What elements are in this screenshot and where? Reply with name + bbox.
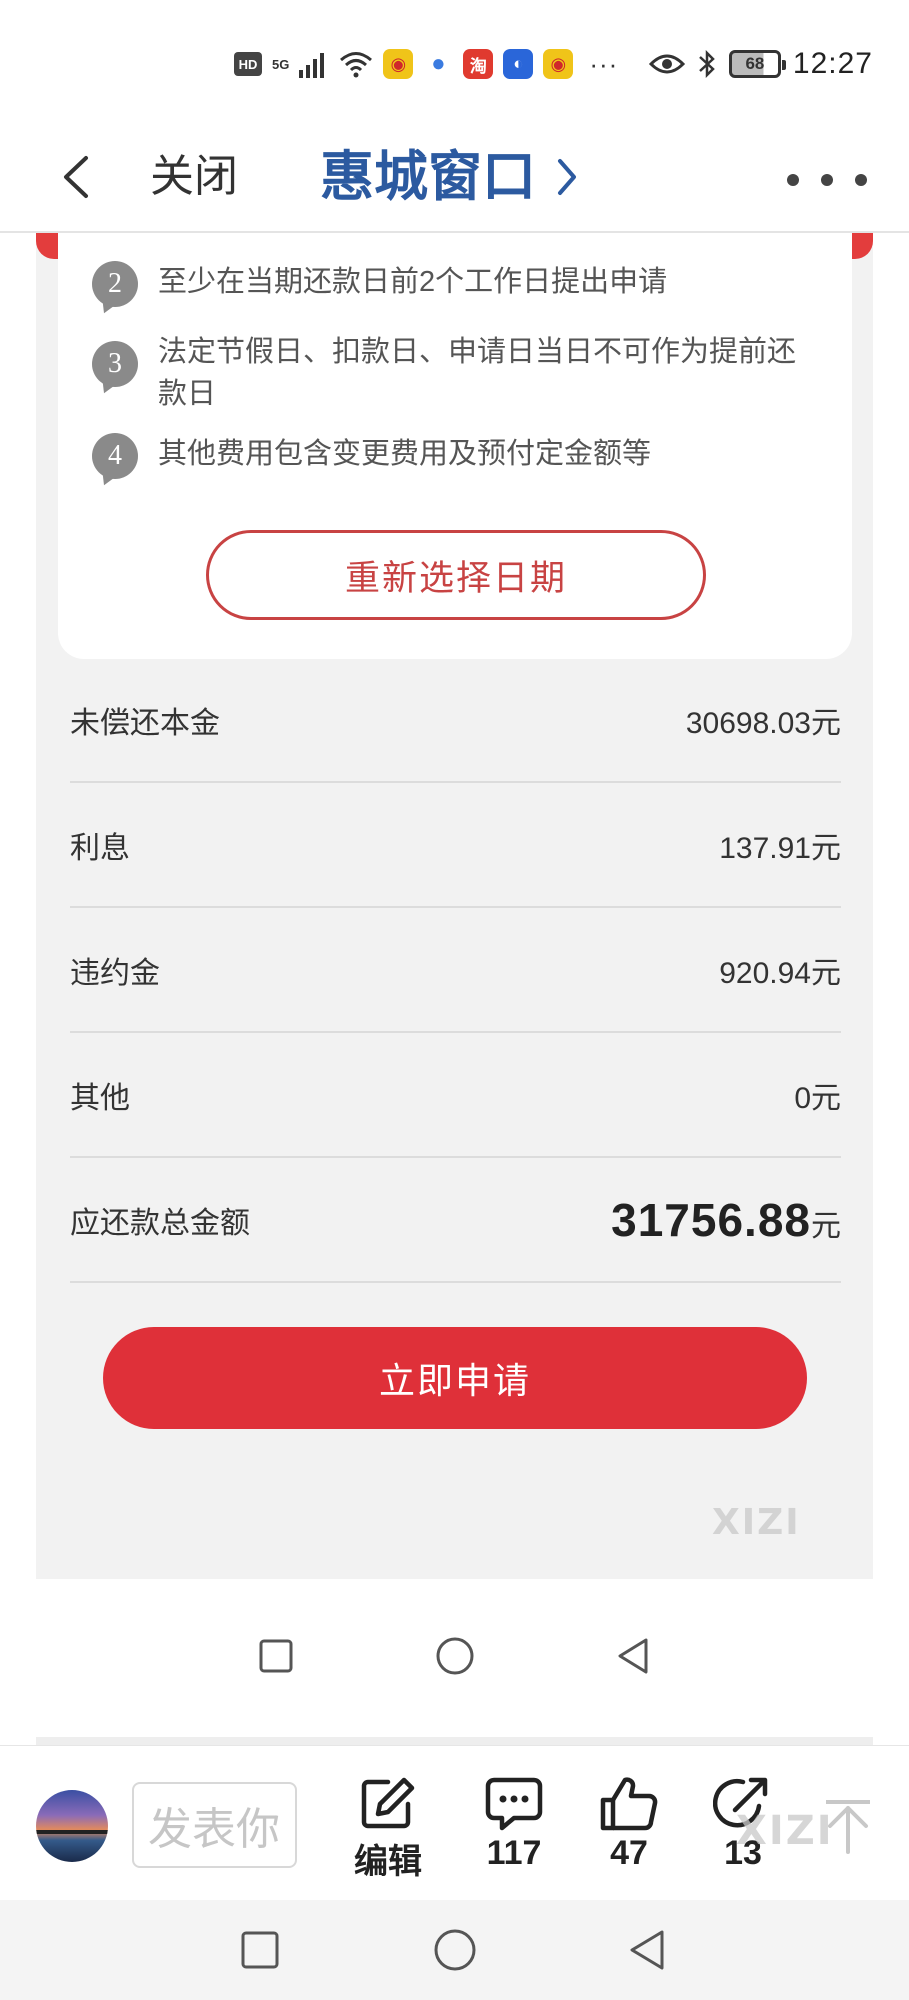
number-badge: 4 [92,433,138,479]
row-value: 137.91元 [719,823,841,867]
comment-input[interactable]: 发表你 [132,1782,297,1868]
square-icon [259,1639,293,1673]
number-badge: 3 [92,341,138,387]
back-to-top-icon[interactable] [818,1796,878,1856]
clock: 12:27 [792,47,873,80]
circle-icon [436,1637,474,1675]
row-value: 30698.03元 [686,698,841,742]
row-label: 应还款总金额 [70,1206,250,1240]
amount: 137.91 [719,831,811,865]
edit-icon [361,1777,415,1829]
number-badge: 2 [92,261,138,307]
signal-icon [299,53,325,78]
row-label: 违约金 [70,956,160,990]
back-button[interactable] [50,147,100,207]
notice-item: 3 法定节假日、扣款日、申请日当日不可作为提前还款日 [92,331,808,415]
reselect-date-button[interactable]: 重新选择日期 [206,530,706,620]
dot-icon [787,174,799,186]
comment-bar: 发表你 编辑 117 47 13 XIZI [0,1745,909,1900]
divider [36,1737,873,1745]
amount-row-total: 应还款总金额 31756.88元 [70,1158,841,1283]
watermark: XIZI [712,1502,801,1543]
triangle-back-icon [618,1638,648,1674]
home-key[interactable] [425,1920,485,1980]
hd-badge: HD [234,52,262,76]
row-label: 利息 [70,831,130,865]
total-amount: 31756.88 [611,1193,811,1246]
likes-count: 47 [610,1834,648,1872]
status-left-icons: HD 5G ◉ ● 淘 ◐ ◉ ··· [234,44,618,84]
currency-unit: 元 [811,1209,841,1243]
amount-row-interest: 利息 137.91元 [70,783,841,908]
status-bar: HD 5G ◉ ● 淘 ◐ ◉ ··· 68 12:27 [0,0,909,125]
currency-unit: 元 [811,1081,841,1115]
thumbs-up-icon [600,1777,658,1831]
row-label: 未偿还本金 [70,706,220,740]
system-nav-bar [0,1900,909,2000]
amount: 920.94 [719,956,811,990]
row-value: 0元 [794,1073,841,1117]
amount-row-penalty: 违约金 920.94元 [70,908,841,1033]
notice-text: 其他费用包含变更费用及预付定金额等 [158,438,652,470]
row-label: 其他 [70,1081,130,1115]
more-notifications: ··· [589,48,619,79]
inner-home-key[interactable] [425,1626,485,1686]
circle-icon [434,1929,476,1971]
status-right-icons: 68 12:27 [648,44,873,84]
network-type: 5G [272,56,290,72]
wifi-icon [340,52,373,78]
notice-item: 4 其他费用包含变更费用及预付定金额等 [92,433,808,479]
triangle-back-icon [630,1930,664,1970]
page-title[interactable]: 惠城窗口 [320,139,578,215]
apply-now-button[interactable]: 立即申请 [103,1327,807,1429]
comments-count: 117 [486,1834,542,1872]
bluetooth-icon [699,49,715,79]
taobao-icon: 淘 [463,49,494,79]
notice-card: 2 至少在当期还款日前2个工作日提出申请 3 法定节假日、扣款日、申请日当日不可… [58,233,852,659]
dot-icon [855,174,867,186]
eye-icon [648,54,685,74]
square-icon [241,1931,279,1969]
currency-unit: 元 [811,706,841,740]
comment-icon [485,1777,543,1831]
more-menu-button[interactable] [787,155,867,205]
comments-button[interactable]: 117 [469,1776,559,1873]
amount: 0 [794,1081,811,1115]
dot-icon [821,174,833,186]
notice-text: 至少在当期还款日前2个工作日提出申请 [158,266,668,298]
currency-unit: 元 [811,831,841,865]
browser-icon: ● [423,49,454,79]
chevron-left-icon [64,156,88,198]
notice-text: 法定节假日、扣款日、申请日当日不可作为提前还款日 [158,336,797,410]
row-value: 920.94元 [719,948,841,992]
inner-nav-bar [0,1579,909,1749]
page-title-text: 惠城窗口 [320,147,536,207]
currency-unit: 元 [811,956,841,990]
battery-indicator: 68 [728,50,786,78]
bulb-app-icon: ◐ [503,49,534,79]
weibo-icon: ◉ [543,49,574,79]
amount-row-other: 其他 0元 [70,1033,841,1158]
avatar[interactable] [36,1790,108,1862]
edit-label: 编辑 [354,1843,422,1881]
amount-row-principal: 未偿还本金 30698.03元 [70,658,841,783]
back-key[interactable] [617,1920,677,1980]
amount: 30698.03 [685,706,811,740]
like-button[interactable]: 47 [584,1776,674,1873]
inner-recents-key[interactable] [246,1626,306,1686]
recents-key[interactable] [230,1920,290,1980]
amount-list: 未偿还本金 30698.03元 利息 137.91元 违约金 920.94元 其… [70,658,841,1283]
close-button[interactable]: 关闭 [150,145,238,209]
notice-item: 2 至少在当期还款日前2个工作日提出申请 [92,261,808,307]
inner-back-key[interactable] [603,1626,663,1686]
nav-bar: 关闭 惠城窗口 [0,125,909,233]
row-value: 31756.88元 [611,1193,841,1247]
edit-button[interactable]: 编辑 [343,1776,433,1883]
weibo-icon: ◉ [383,49,414,79]
chevron-right-icon [558,159,576,195]
